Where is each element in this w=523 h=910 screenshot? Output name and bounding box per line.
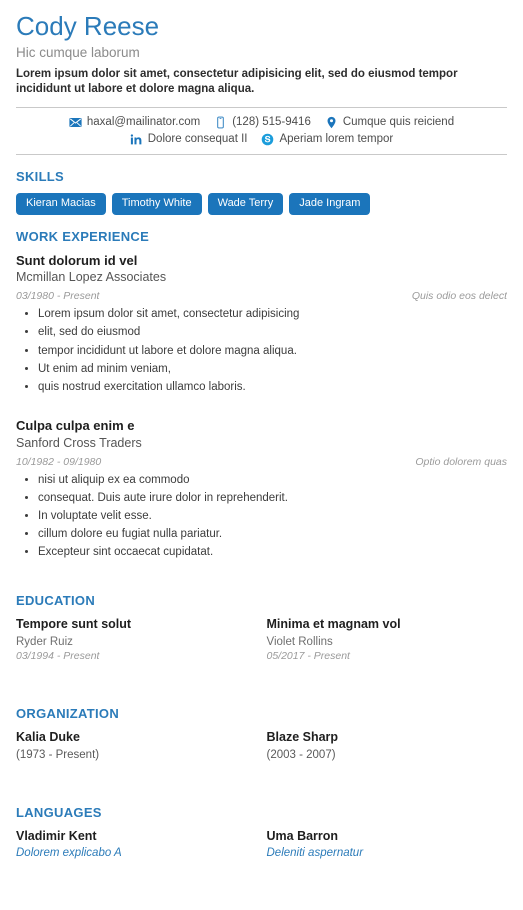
linkedin-icon <box>130 133 143 146</box>
work-entry-meta: 10/1982 - 09/1980 Optio dolorem quas <box>16 456 507 468</box>
work-entry-bullet: elit, sed do eiusmod <box>38 323 507 341</box>
language-entry: Vladimir Kent Dolorem explicabo A <box>16 829 257 862</box>
work-entry-bullets: nisi ut aliquip ex ea commodo consequat.… <box>16 471 507 562</box>
contact-skype[interactable]: Aperiam lorem tempor <box>261 133 393 146</box>
contact-skype-text: Aperiam lorem tempor <box>279 133 394 146</box>
section-title-work-experience: WORK EXPERIENCE <box>16 228 150 244</box>
education-entry-title: Minima et magnam vol <box>266 617 401 632</box>
contact-location-text: Cumque quis reiciend <box>342 116 455 129</box>
work-entry-location: Quis odio eos delect <box>411 290 507 303</box>
work-entry-company: Mcmillan Lopez Associates <box>16 270 167 285</box>
candidate-name: Cody Reese <box>16 11 160 41</box>
envelope-icon <box>69 116 82 129</box>
work-entry-bullet: tempor incididunt ut labore et dolore ma… <box>38 342 507 360</box>
section-title-organization: ORGANIZATION <box>16 706 120 722</box>
language-entry-level: Dolorem explicabo A <box>16 847 122 860</box>
work-entry-bullet: Excepteur sint occaecat cupidatat. <box>38 543 507 561</box>
skill-badge[interactable]: Kieran Macias <box>16 192 106 215</box>
education-entry-dates: 03/1994 - Present <box>16 650 100 663</box>
work-entry-dates: 10/1982 - 09/1980 <box>16 455 102 468</box>
organization-entry-title: Blaze Sharp <box>266 730 339 745</box>
skype-icon <box>261 133 274 146</box>
resume-page: Cody Reese Hic cumque laborum Lorem ipsu… <box>0 0 523 910</box>
education-entry: Tempore sunt solut Ryder Ruiz 03/1994 - … <box>16 617 257 664</box>
work-entry-location: Optio dolorem quas <box>415 455 507 468</box>
work-entry-dates: 03/1980 - Present <box>16 290 100 303</box>
organization-entry: Blaze Sharp (2003 - 2007) <box>267 730 508 763</box>
education-entry: Minima et magnam vol Violet Rollins 05/2… <box>267 617 508 664</box>
contact-phone-text: (128) 515-9416 <box>232 116 311 129</box>
education-entry-title: Tempore sunt solut <box>16 617 132 632</box>
language-entry-name: Vladimir Kent <box>16 828 97 843</box>
section-organization: ORGANIZATION Kalia Duke (1973 - Present)… <box>16 664 507 763</box>
section-title-languages: LANGUAGES <box>16 804 102 820</box>
organization-entry-title: Kalia Duke <box>16 730 80 745</box>
education-entry-institution: Ryder Ruiz <box>16 636 73 649</box>
contact-location[interactable]: Cumque quis reiciend <box>325 116 454 129</box>
contact-row-primary: haxal@mailinator.com (128) 515-9416 Cumq… <box>16 108 507 131</box>
resume-header: Cody Reese Hic cumque laborum Lorem ipsu… <box>16 11 507 98</box>
contact-email[interactable]: haxal@mailinator.com <box>69 116 200 129</box>
candidate-summary: Lorem ipsum dolor sit amet, consectetur … <box>16 68 458 96</box>
language-entry-level: Deleniti aspernatur <box>266 847 364 860</box>
section-title-skills: SKILLS <box>16 168 65 184</box>
work-entry-title: Sunt dolorum id vel <box>16 252 138 268</box>
work-entry-company: Sanford Cross Traders <box>16 435 142 450</box>
contact-phone[interactable]: (128) 515-9416 <box>214 116 311 129</box>
contact-row-social: Dolore consequat II Aperiam lorem tempor <box>16 131 507 154</box>
skill-badge[interactable]: Wade Terry <box>207 192 284 215</box>
work-entry: Culpa culpa enim e Sanford Cross Traders… <box>16 418 507 561</box>
work-entry: Sunt dolorum id vel Mcmillan Lopez Assoc… <box>16 253 507 396</box>
work-entry-bullet: Ut enim ad minim veniam, <box>38 360 507 378</box>
section-skills: SKILLS Kieran Macias Timothy White Wade … <box>16 155 507 215</box>
work-entry-bullet: Lorem ipsum dolor sit amet, consectetur … <box>38 305 507 323</box>
work-entry-bullets: Lorem ipsum dolor sit amet, consectetur … <box>16 305 507 396</box>
education-entry-institution: Violet Rollins <box>266 636 333 649</box>
work-entry-meta: 03/1980 - Present Quis odio eos delect <box>16 290 507 302</box>
work-entry-title: Culpa culpa enim e <box>16 418 135 434</box>
contact-linkedin[interactable]: Dolore consequat II <box>130 133 248 146</box>
organization-entry-dates: (1973 - Present) <box>16 748 100 761</box>
work-entry-bullet: nisi ut aliquip ex ea commodo <box>38 471 507 489</box>
skills-badge-list: Kieran Macias Timothy White Wade Terry J… <box>16 192 507 215</box>
organization-entry: Kalia Duke (1973 - Present) <box>16 730 257 763</box>
organization-grid: Kalia Duke (1973 - Present) Blaze Sharp … <box>16 730 507 763</box>
section-languages: LANGUAGES Vladimir Kent Dolorem explicab… <box>16 763 507 862</box>
mobile-phone-icon <box>214 116 227 129</box>
work-entry-bullet: In voluptate velit esse. <box>38 507 507 525</box>
language-entry: Uma Barron Deleniti aspernatur <box>267 829 508 862</box>
work-entry-bullet: consequat. Duis aute irure dolor in repr… <box>38 489 507 507</box>
skill-badge[interactable]: Timothy White <box>111 192 202 215</box>
work-entry-bullet: quis nostrud exercitation ullamco labori… <box>38 378 507 396</box>
education-entry-dates: 05/2017 - Present <box>266 650 350 663</box>
section-work-experience: WORK EXPERIENCE Sunt dolorum id vel Mcmi… <box>16 215 507 562</box>
section-title-education: EDUCATION <box>16 593 96 609</box>
organization-entry-dates: (2003 - 2007) <box>266 748 336 761</box>
education-grid: Tempore sunt solut Ryder Ruiz 03/1994 - … <box>16 617 507 664</box>
location-pin-icon <box>325 116 338 129</box>
section-education: EDUCATION Tempore sunt solut Ryder Ruiz … <box>16 567 507 664</box>
candidate-subtitle: Hic cumque laborum <box>16 45 140 61</box>
work-entry-bullet: cillum dolore eu fugiat nulla pariatur. <box>38 525 507 543</box>
languages-grid: Vladimir Kent Dolorem explicabo A Uma Ba… <box>16 829 507 862</box>
skill-badge[interactable]: Jade Ingram <box>289 192 371 215</box>
contact-linkedin-text: Dolore consequat II <box>147 133 248 146</box>
contact-email-text: haxal@mailinator.com <box>86 116 201 129</box>
language-entry-name: Uma Barron <box>266 828 339 843</box>
